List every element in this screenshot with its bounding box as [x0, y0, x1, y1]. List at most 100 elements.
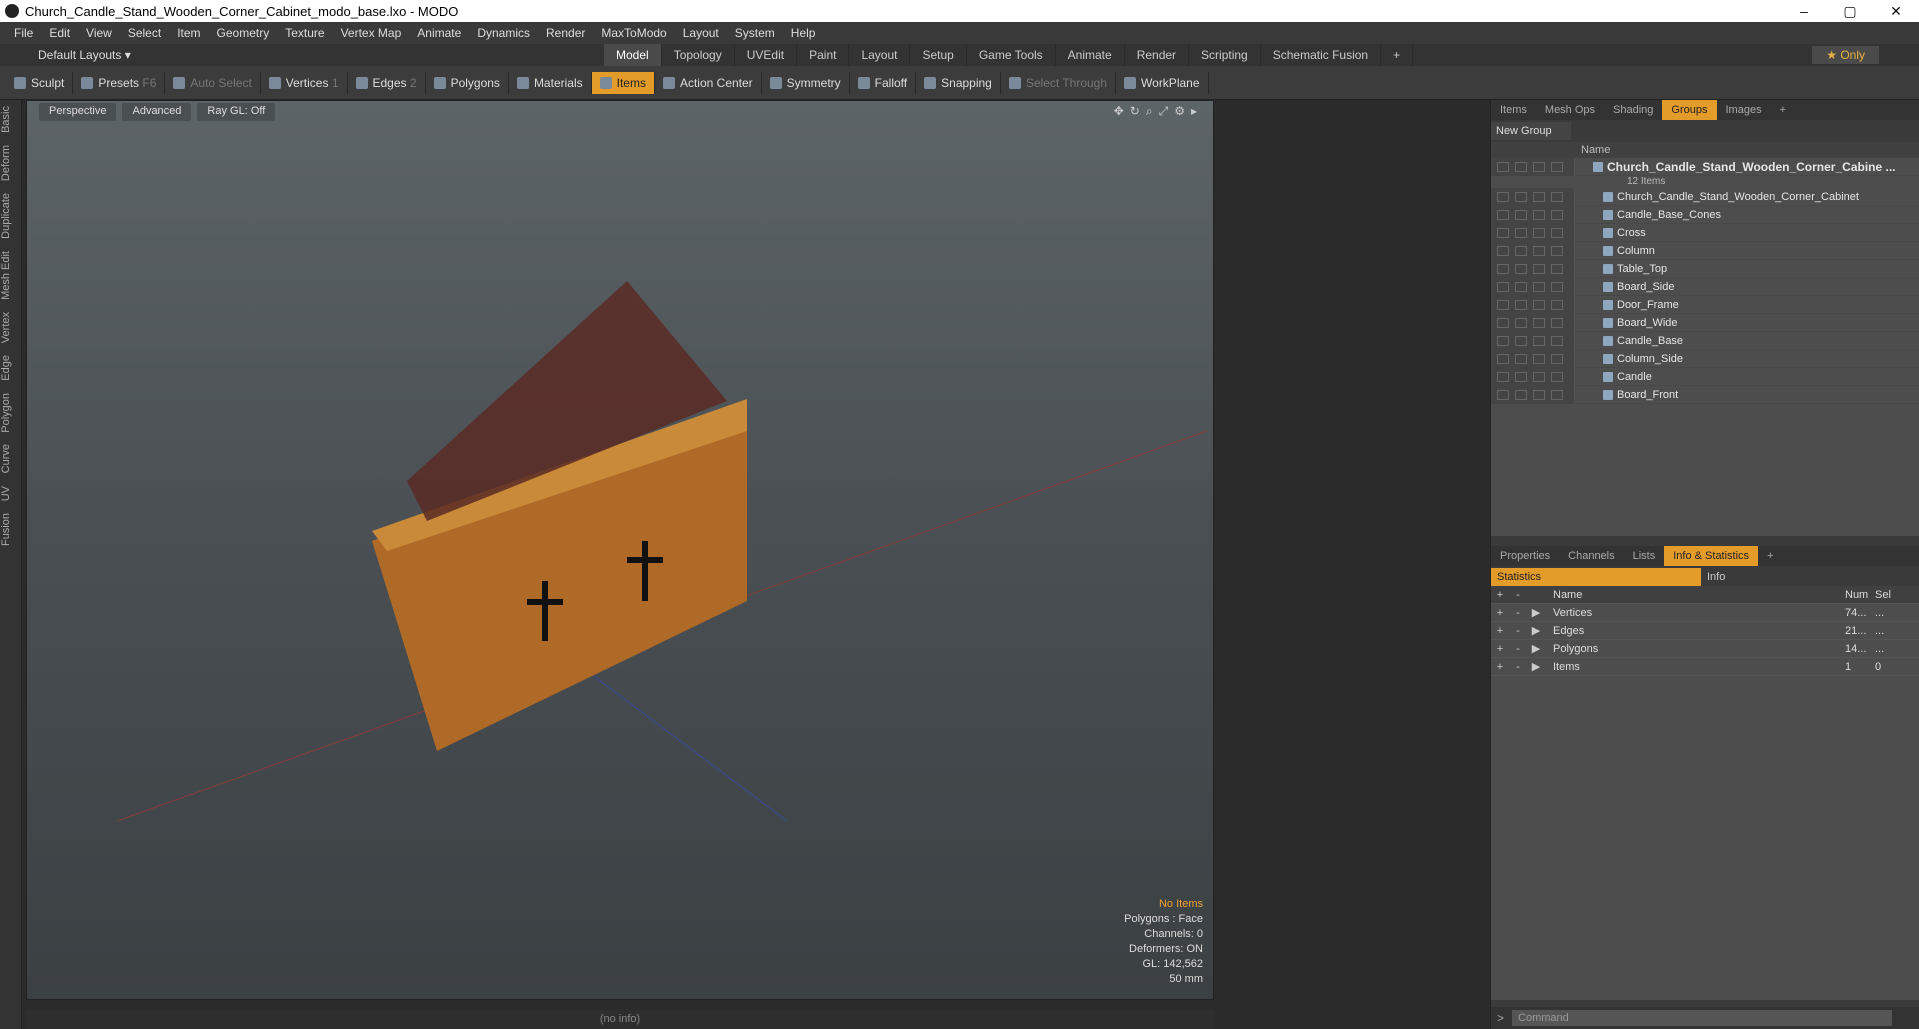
- toggle-box[interactable]: [1551, 371, 1563, 382]
- toggle-box[interactable]: [1515, 245, 1527, 256]
- layouts-dropdown[interactable]: Default Layouts ▾: [38, 48, 131, 62]
- expand-arrow-icon[interactable]: ▶: [1527, 606, 1545, 619]
- toggle-box[interactable]: [1515, 371, 1527, 382]
- toggle-box[interactable]: [1533, 353, 1545, 364]
- toggle-box[interactable]: [1497, 209, 1509, 220]
- layout-tab-5[interactable]: Setup: [910, 44, 967, 66]
- sculpt-button[interactable]: Sculpt: [6, 71, 74, 94]
- toggle-box[interactable]: [1497, 227, 1509, 238]
- move-view-icon[interactable]: ✥: [1114, 104, 1124, 119]
- add-icon[interactable]: +: [1491, 625, 1509, 637]
- menu-layout[interactable]: Layout: [675, 26, 727, 40]
- toggle-box[interactable]: [1533, 371, 1545, 382]
- layout-tab-1[interactable]: Topology: [662, 44, 735, 66]
- menu-animate[interactable]: Animate: [409, 26, 469, 40]
- close-button[interactable]: ✕: [1873, 3, 1919, 20]
- add-icon[interactable]: +: [1491, 607, 1509, 619]
- toggle-box[interactable]: [1515, 353, 1527, 364]
- toggle-box[interactable]: [1551, 245, 1563, 256]
- panel-tab-3[interactable]: Groups: [1662, 100, 1717, 120]
- vertices-button[interactable]: Vertices 1: [261, 71, 348, 94]
- toggle-box[interactable]: [1515, 389, 1527, 400]
- group-item[interactable]: Column: [1491, 241, 1919, 260]
- sidebar-tab-fusion[interactable]: Fusion: [0, 507, 22, 552]
- menu-render[interactable]: Render: [538, 26, 593, 40]
- presets-button[interactable]: Presets F6: [73, 71, 166, 94]
- menu-select[interactable]: Select: [120, 26, 169, 40]
- symmetry-button[interactable]: Symmetry: [762, 71, 850, 94]
- view-dropdown[interactable]: Perspective: [39, 103, 117, 121]
- remove-icon[interactable]: -: [1509, 661, 1527, 673]
- props-tab-2[interactable]: Lists: [1624, 546, 1665, 566]
- group-item[interactable]: Candle_Base_Cones: [1491, 205, 1919, 224]
- props-tab-4[interactable]: +: [1758, 546, 1782, 566]
- toggle-box[interactable]: [1515, 335, 1527, 346]
- menu-vertex-map[interactable]: Vertex Map: [333, 26, 410, 40]
- remove-icon[interactable]: -: [1509, 607, 1527, 619]
- materials-button[interactable]: Materials: [509, 71, 592, 94]
- panel-tab-4[interactable]: Images: [1717, 100, 1771, 120]
- sidebar-tab-polygon[interactable]: Polygon: [0, 387, 22, 439]
- toggle-box[interactable]: [1533, 389, 1545, 400]
- info-tab[interactable]: Info: [1701, 568, 1731, 586]
- toggle-box[interactable]: [1497, 191, 1509, 202]
- maximize-button[interactable]: ▢: [1827, 3, 1873, 20]
- toggle-box[interactable]: [1551, 227, 1563, 238]
- toggle-box[interactable]: [1551, 281, 1563, 292]
- panel-tab-5[interactable]: +: [1771, 100, 1795, 120]
- expand-arrow-icon[interactable]: ▶: [1527, 624, 1545, 637]
- menu-dynamics[interactable]: Dynamics: [469, 26, 538, 40]
- toggle-box[interactable]: [1551, 353, 1563, 364]
- visibility-icon[interactable]: [1497, 161, 1509, 172]
- group-root[interactable]: Church_Candle_Stand_Wooden_Corner_Cabine…: [1491, 158, 1919, 176]
- stats-row[interactable]: + - ▶ Vertices 74......: [1491, 604, 1919, 622]
- menu-system[interactable]: System: [727, 26, 783, 40]
- sidebar-tab-edge[interactable]: Edge: [0, 349, 22, 387]
- polygons-button[interactable]: Polygons: [426, 71, 509, 94]
- menu-view[interactable]: View: [78, 26, 120, 40]
- settings-icon[interactable]: ⚙: [1174, 104, 1185, 119]
- menu-file[interactable]: File: [6, 26, 41, 40]
- render-icon[interactable]: [1515, 161, 1527, 172]
- toggle-box[interactable]: [1497, 317, 1509, 328]
- layout-tab-10[interactable]: Schematic Fusion: [1261, 44, 1382, 66]
- layout-tab-11[interactable]: +: [1381, 44, 1414, 66]
- toggle-box[interactable]: [1533, 335, 1545, 346]
- remove-icon[interactable]: -: [1509, 625, 1527, 637]
- stats-row[interactable]: + - ▶ Items 1 0: [1491, 658, 1919, 676]
- menu-item[interactable]: Item: [169, 26, 208, 40]
- sidebar-tab-duplicate[interactable]: Duplicate: [0, 187, 22, 245]
- stats-row[interactable]: + - ▶ Edges 21......: [1491, 622, 1919, 640]
- command-input[interactable]: Command: [1512, 1010, 1893, 1026]
- toggle-box[interactable]: [1533, 227, 1545, 238]
- sidebar-tab-basic[interactable]: Basic: [0, 100, 22, 139]
- expand-icon[interactable]: ▸: [1191, 104, 1197, 119]
- menu-texture[interactable]: Texture: [277, 26, 332, 40]
- layout-tab-2[interactable]: UVEdit: [735, 44, 798, 66]
- menu-edit[interactable]: Edit: [41, 26, 78, 40]
- toggle-box[interactable]: [1551, 389, 1563, 400]
- sidebar-tab-curve[interactable]: Curve: [0, 438, 22, 479]
- rotate-view-icon[interactable]: ↻: [1130, 104, 1140, 119]
- add-icon[interactable]: +: [1491, 643, 1509, 655]
- toggle-box[interactable]: [1515, 209, 1527, 220]
- 3d-viewport[interactable]: Perspective Advanced Ray GL: Off ✥ ↻ ⌕ ⤢…: [26, 100, 1214, 1000]
- layout-tab-9[interactable]: Scripting: [1189, 44, 1261, 66]
- props-tab-1[interactable]: Channels: [1559, 546, 1623, 566]
- group-item[interactable]: Board_Front: [1491, 385, 1919, 404]
- toggle-box[interactable]: [1497, 353, 1509, 364]
- group-item[interactable]: Table_Top: [1491, 259, 1919, 278]
- toggle-box[interactable]: [1515, 281, 1527, 292]
- group-item[interactable]: Church_Candle_Stand_Wooden_Corner_Cabine…: [1491, 187, 1919, 206]
- toggle-box[interactable]: [1551, 335, 1563, 346]
- toggle-box[interactable]: [1497, 263, 1509, 274]
- toggle-box[interactable]: [1515, 227, 1527, 238]
- toggle-box[interactable]: [1551, 263, 1563, 274]
- auto-select-button[interactable]: Auto Select: [165, 71, 261, 94]
- menu-maxtomodo[interactable]: MaxToModo: [593, 26, 674, 40]
- sidebar-tab-uv[interactable]: UV: [0, 480, 22, 507]
- toggle-box[interactable]: [1551, 299, 1563, 310]
- layout-tab-6[interactable]: Game Tools: [967, 44, 1056, 66]
- toggle-box[interactable]: [1551, 209, 1563, 220]
- toggle-box[interactable]: [1551, 191, 1563, 202]
